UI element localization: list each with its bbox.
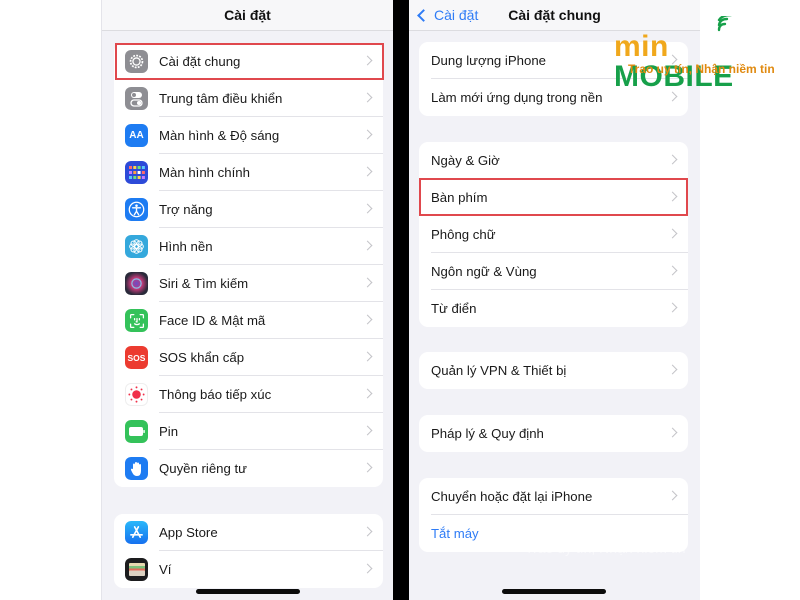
chevron-right-icon bbox=[362, 92, 373, 103]
settings-item-exposure[interactable]: Thông báo tiếp xúc bbox=[114, 376, 383, 413]
chevron-right-icon bbox=[667, 191, 678, 202]
battery-icon bbox=[125, 420, 148, 443]
app-store-icon bbox=[125, 521, 148, 544]
back-button-label: Cài đặt bbox=[434, 7, 479, 23]
brand-logo: min MOBILE Trao uy tín, Nhận niềm tin bbox=[612, 16, 792, 92]
chevron-right-icon bbox=[362, 425, 373, 436]
home-screen-icon bbox=[125, 161, 148, 184]
sos-icon: SOS bbox=[125, 346, 148, 369]
general-item-transfer-reset[interactable]: Chuyển hoặc đặt lại iPhone bbox=[419, 478, 688, 515]
display-brightness-icon: AA bbox=[125, 124, 148, 147]
screenshot-composite: Cài đặt Cài đặt chung Trung tâm điều khi… bbox=[0, 0, 800, 600]
chevron-right-icon bbox=[667, 91, 678, 102]
chevron-right-icon bbox=[362, 240, 373, 251]
chevron-right-icon bbox=[667, 427, 678, 438]
settings-group-main: Cài đặt chung Trung tâm điều khiển AA Mà… bbox=[114, 43, 383, 487]
signal-icon bbox=[717, 16, 732, 32]
general-group-legal: Pháp lý & Quy định bbox=[419, 415, 688, 452]
home-indicator bbox=[196, 589, 300, 594]
chevron-left-icon bbox=[417, 8, 430, 22]
chevron-right-icon bbox=[362, 166, 373, 177]
general-item-date-time[interactable]: Ngày & Giờ bbox=[419, 142, 688, 179]
settings-item-wallpaper[interactable]: Hình nền bbox=[114, 228, 383, 265]
chevron-right-icon bbox=[362, 55, 373, 66]
chevron-right-icon bbox=[667, 302, 678, 313]
chevron-right-icon bbox=[362, 129, 373, 140]
general-item-keyboard[interactable]: Bàn phím bbox=[419, 179, 688, 216]
chevron-right-icon bbox=[362, 314, 373, 325]
settings-item-siri[interactable]: Siri & Tìm kiếm bbox=[114, 265, 383, 302]
back-button[interactable]: Cài đặt bbox=[415, 7, 478, 23]
general-item-dictionary[interactable]: Từ điển bbox=[419, 290, 688, 327]
settings-item-accessibility[interactable]: Trợ năng bbox=[114, 191, 383, 228]
general-item-legal[interactable]: Pháp lý & Quy định bbox=[419, 415, 688, 452]
chevron-right-icon bbox=[667, 265, 678, 276]
exposure-notification-icon bbox=[125, 383, 148, 406]
accessibility-icon bbox=[125, 198, 148, 221]
general-item-vpn-device[interactable]: Quản lý VPN & Thiết bị bbox=[419, 352, 688, 389]
chevron-right-icon bbox=[667, 228, 678, 239]
privacy-hand-icon bbox=[125, 457, 148, 480]
settings-item-sos[interactable]: SOS SOS khẩn cấp bbox=[114, 339, 383, 376]
general-item-fonts[interactable]: Phông chữ bbox=[419, 216, 688, 253]
chevron-right-icon bbox=[362, 351, 373, 362]
watermark-tagline: Trao uy tín, Nhận niềm tin bbox=[525, 540, 686, 556]
page-title: Cài đặt bbox=[224, 7, 271, 23]
settings-item-app-store[interactable]: App Store bbox=[114, 514, 383, 551]
chevron-right-icon bbox=[667, 490, 678, 501]
wallpaper-icon bbox=[125, 235, 148, 258]
brand-tagline: Trao uy tín, Nhận niềm tin bbox=[628, 62, 775, 76]
face-id-icon bbox=[125, 309, 148, 332]
chevron-right-icon bbox=[362, 563, 373, 574]
chevron-right-icon bbox=[362, 462, 373, 473]
general-item-language-region[interactable]: Ngôn ngữ & Vùng bbox=[419, 253, 688, 290]
chevron-right-icon bbox=[362, 388, 373, 399]
gear-icon bbox=[125, 50, 148, 73]
page-title: Cài đặt chung bbox=[508, 7, 601, 23]
chevron-right-icon bbox=[667, 154, 678, 165]
settings-navbar: Cài đặt bbox=[102, 0, 393, 31]
general-group-vpn: Quản lý VPN & Thiết bị bbox=[419, 352, 688, 389]
general-group-locale: Ngày & Giờ Bàn phím Phông chữ Ngôn ngữ &… bbox=[419, 142, 688, 327]
settings-item-privacy[interactable]: Quyền riêng tư bbox=[114, 450, 383, 487]
settings-item-control-center[interactable]: Trung tâm điều khiển bbox=[114, 80, 383, 117]
control-center-icon bbox=[125, 87, 148, 110]
settings-screen: Cài đặt Cài đặt chung Trung tâm điều khi… bbox=[101, 0, 393, 600]
settings-item-home-screen[interactable]: Màn hình chính bbox=[114, 154, 383, 191]
chevron-right-icon bbox=[362, 203, 373, 214]
settings-item-general[interactable]: Cài đặt chung bbox=[114, 43, 383, 80]
wallet-icon bbox=[125, 558, 148, 581]
settings-group-apps: App Store Ví bbox=[114, 514, 383, 588]
home-indicator bbox=[502, 589, 606, 594]
panel-divider bbox=[393, 0, 409, 600]
settings-item-wallet[interactable]: Ví bbox=[114, 551, 383, 588]
chevron-right-icon bbox=[362, 277, 373, 288]
chevron-right-icon bbox=[667, 364, 678, 375]
chevron-right-icon bbox=[362, 526, 373, 537]
settings-item-face-id[interactable]: Face ID & Mật mã bbox=[114, 302, 383, 339]
settings-item-battery[interactable]: Pin bbox=[114, 413, 383, 450]
settings-item-display[interactable]: AA Màn hình & Độ sáng bbox=[114, 117, 383, 154]
siri-icon bbox=[125, 272, 148, 295]
